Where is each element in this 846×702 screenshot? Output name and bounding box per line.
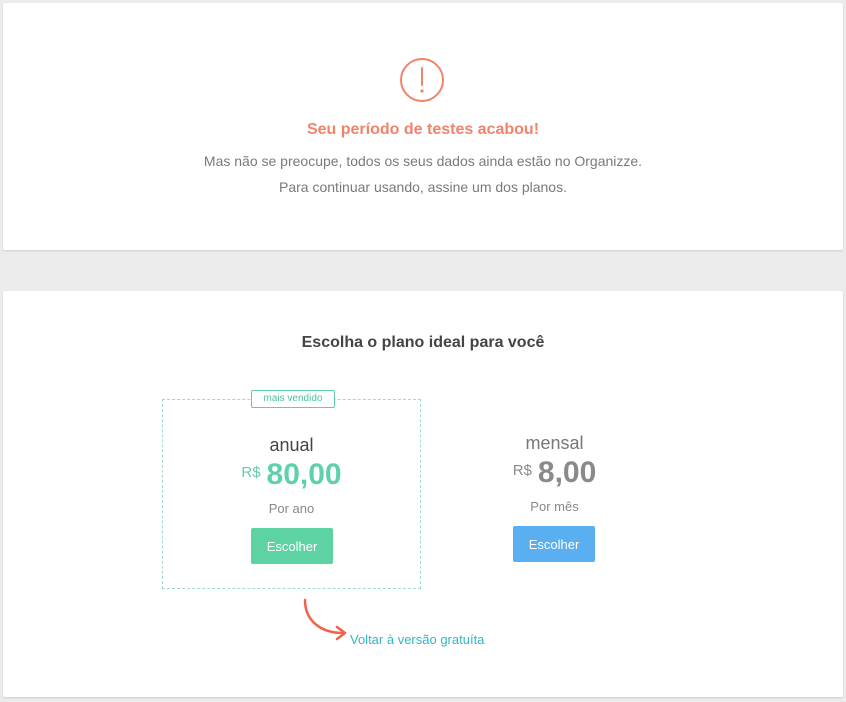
plans-card: Escolha o plano ideal para você mais ven…	[3, 291, 843, 697]
trial-expired-message: Mas não se preocupe, todos os seus dados…	[203, 153, 643, 169]
exclamation-circle-icon	[400, 58, 444, 102]
currency-symbol: R$	[512, 462, 532, 479]
trial-expired-card: Seu período de testes acabou! Mas não se…	[3, 3, 843, 250]
plan-monthly: mensal R$ 8,00 Por mês Escolher	[425, 399, 684, 589]
plan-annual: mais vendido anual R$ 80,00 Por ano Escol…	[162, 390, 421, 589]
plan-period: Por mês	[530, 499, 579, 514]
plan-period: Por ano	[268, 501, 315, 516]
price-row: R$ 80,00	[163, 458, 420, 492]
currency-symbol: R$	[241, 464, 261, 481]
choose-monthly-button[interactable]: Escolher	[513, 526, 595, 562]
plan-name: anual	[269, 435, 314, 455]
back-to-free-version-link[interactable]: Voltar à versão gratuíta	[350, 632, 484, 647]
plan-price: 80,00	[266, 458, 342, 491]
best-seller-badge: mais vendido	[251, 390, 335, 408]
choose-annual-button[interactable]: Escolher	[251, 528, 333, 564]
plan-price: 8,00	[537, 456, 597, 489]
trial-expired-instruction: Para continuar usando, assine um dos pla…	[279, 179, 567, 195]
price-row: R$ 8,00	[425, 456, 684, 490]
trial-expired-title: Seu período de testes acabou!	[306, 121, 540, 138]
plan-name: mensal	[525, 433, 584, 453]
curved-arrow-icon	[303, 598, 347, 641]
plans-title: Escolha o plano ideal para você	[301, 334, 545, 351]
